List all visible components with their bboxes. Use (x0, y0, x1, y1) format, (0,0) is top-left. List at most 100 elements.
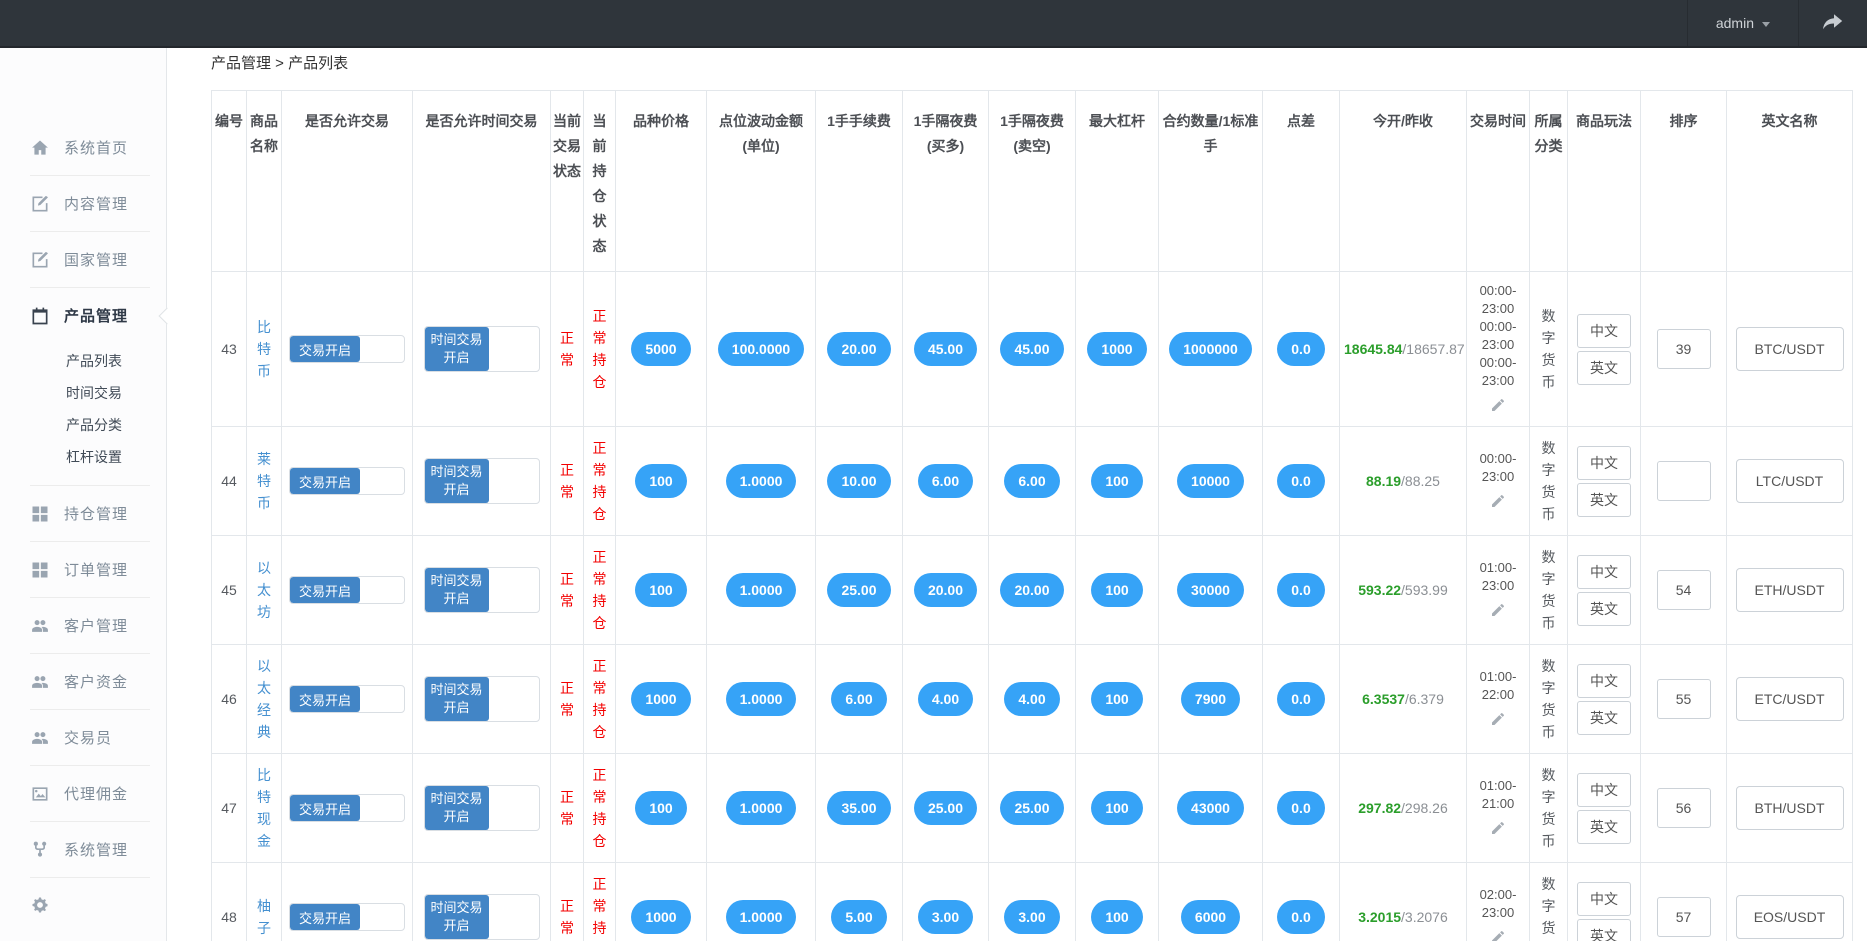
time-trade-toggle[interactable]: 时间交易开启 (424, 894, 540, 940)
leverage-pill[interactable]: 100 (1091, 900, 1142, 934)
leverage-pill[interactable]: 100 (1091, 682, 1142, 716)
trade-toggle[interactable]: 交易开启 (289, 576, 405, 604)
contract-pill[interactable]: 43000 (1177, 791, 1244, 825)
product-name-link[interactable]: 比特币 (256, 316, 272, 382)
sidebar-item[interactable]: 客户资金 (0, 654, 166, 709)
sidebar-item[interactable]: 系统首页 (0, 120, 166, 175)
price-pill[interactable]: 5000 (631, 332, 690, 366)
edit-time-icon[interactable] (1490, 602, 1506, 621)
sidebar-subitem[interactable]: 杠杆设置 (0, 441, 166, 473)
sidebar-item[interactable]: 产品管理 (0, 288, 166, 343)
spread-pill[interactable]: 0.0 (1277, 682, 1324, 716)
play-en-button[interactable]: 英文 (1577, 483, 1631, 517)
overnight-sell-pill[interactable]: 20.00 (1000, 573, 1063, 607)
time-trade-toggle[interactable]: 时间交易开启 (424, 458, 540, 504)
trade-on-button[interactable]: 交易开启 (290, 468, 360, 494)
overnight-sell-pill[interactable]: 4.00 (1004, 682, 1059, 716)
trade-toggle[interactable]: 交易开启 (289, 903, 405, 931)
product-name-link[interactable]: 比特现金 (256, 764, 272, 852)
overnight-sell-pill[interactable]: 25.00 (1000, 791, 1063, 825)
overnight-buy-pill[interactable]: 4.00 (918, 682, 973, 716)
trade-toggle[interactable]: 交易开启 (289, 335, 405, 363)
sidebar-item[interactable]: 订单管理 (0, 542, 166, 597)
spread-pill[interactable]: 0.0 (1277, 464, 1324, 498)
tick-size-pill[interactable]: 1.0000 (726, 464, 797, 498)
contract-pill[interactable]: 6000 (1181, 900, 1240, 934)
user-menu[interactable]: admin (1687, 0, 1799, 46)
sort-input[interactable] (1657, 329, 1711, 369)
leverage-pill[interactable]: 1000 (1087, 332, 1146, 366)
edit-time-icon[interactable] (1490, 820, 1506, 839)
tick-size-pill[interactable]: 1.0000 (726, 791, 797, 825)
trade-on-button[interactable]: 交易开启 (290, 686, 360, 712)
time-trade-on-button[interactable]: 时间交易开启 (425, 677, 489, 721)
fee-pill[interactable]: 20.00 (827, 332, 890, 366)
sort-input[interactable] (1657, 679, 1711, 719)
sidebar-item[interactable]: 系统管理 (0, 822, 166, 877)
time-trade-toggle[interactable]: 时间交易开启 (424, 676, 540, 722)
spread-pill[interactable]: 0.0 (1277, 332, 1324, 366)
spread-pill[interactable]: 0.0 (1277, 573, 1324, 607)
sidebar-item[interactable]: 内容管理 (0, 176, 166, 231)
overnight-sell-pill[interactable]: 3.00 (1004, 900, 1059, 934)
overnight-buy-pill[interactable]: 20.00 (914, 573, 977, 607)
sort-input[interactable] (1657, 461, 1711, 501)
sidebar-item[interactable] (0, 878, 166, 932)
fee-pill[interactable]: 25.00 (827, 573, 890, 607)
sidebar-item[interactable]: 代理佣金 (0, 766, 166, 821)
time-trade-toggle[interactable]: 时间交易开启 (424, 326, 540, 372)
price-pill[interactable]: 100 (635, 791, 686, 825)
price-pill[interactable]: 100 (635, 573, 686, 607)
sidebar-subitem[interactable]: 时间交易 (0, 377, 166, 409)
product-name-link[interactable]: 柚子 (256, 895, 272, 939)
time-trade-toggle[interactable]: 时间交易开启 (424, 785, 540, 831)
leverage-pill[interactable]: 100 (1091, 791, 1142, 825)
play-en-button[interactable]: 英文 (1577, 351, 1631, 385)
time-trade-toggle[interactable]: 时间交易开启 (424, 567, 540, 613)
contract-pill[interactable]: 10000 (1177, 464, 1244, 498)
trade-on-button[interactable]: 交易开启 (290, 336, 360, 362)
product-name-link[interactable]: 以太坊 (256, 557, 272, 623)
play-en-button[interactable]: 英文 (1577, 701, 1631, 735)
edit-time-icon[interactable] (1490, 397, 1506, 416)
time-trade-on-button[interactable]: 时间交易开启 (425, 459, 489, 503)
time-trade-on-button[interactable]: 时间交易开启 (425, 895, 489, 939)
tick-size-pill[interactable]: 1.0000 (726, 682, 797, 716)
leverage-pill[interactable]: 100 (1091, 573, 1142, 607)
sort-input[interactable] (1657, 570, 1711, 610)
sort-input[interactable] (1657, 897, 1711, 937)
sidebar-item[interactable]: 国家管理 (0, 232, 166, 287)
trade-toggle[interactable]: 交易开启 (289, 685, 405, 713)
play-cn-button[interactable]: 中文 (1577, 773, 1631, 807)
trade-on-button[interactable]: 交易开启 (290, 577, 360, 603)
sort-input[interactable] (1657, 788, 1711, 828)
overnight-buy-pill[interactable]: 25.00 (914, 791, 977, 825)
fee-pill[interactable]: 6.00 (831, 682, 886, 716)
price-pill[interactable]: 1000 (631, 682, 690, 716)
trade-on-button[interactable]: 交易开启 (290, 795, 360, 821)
tick-size-pill[interactable]: 1.0000 (726, 900, 797, 934)
play-cn-button[interactable]: 中文 (1577, 664, 1631, 698)
overnight-sell-pill[interactable]: 6.00 (1004, 464, 1059, 498)
spread-pill[interactable]: 0.0 (1277, 900, 1324, 934)
tick-size-pill[interactable]: 1.0000 (726, 573, 797, 607)
sidebar-subitem[interactable]: 产品分类 (0, 409, 166, 441)
play-en-button[interactable]: 英文 (1577, 810, 1631, 844)
play-cn-button[interactable]: 中文 (1577, 314, 1631, 348)
fee-pill[interactable]: 5.00 (831, 900, 886, 934)
sidebar-item[interactable]: 交易员 (0, 710, 166, 765)
product-name-link[interactable]: 莱特币 (256, 448, 272, 514)
edit-time-icon[interactable] (1490, 929, 1506, 941)
edit-time-icon[interactable] (1490, 711, 1506, 730)
play-cn-button[interactable]: 中文 (1577, 882, 1631, 916)
trade-toggle[interactable]: 交易开启 (289, 467, 405, 495)
share-button[interactable] (1799, 0, 1867, 46)
price-pill[interactable]: 1000 (631, 900, 690, 934)
overnight-sell-pill[interactable]: 45.00 (1000, 332, 1063, 366)
play-en-button[interactable]: 英文 (1577, 919, 1631, 941)
sidebar-item[interactable]: 客户管理 (0, 598, 166, 653)
time-trade-on-button[interactable]: 时间交易开启 (425, 568, 489, 612)
leverage-pill[interactable]: 100 (1091, 464, 1142, 498)
spread-pill[interactable]: 0.0 (1277, 791, 1324, 825)
time-trade-on-button[interactable]: 时间交易开启 (425, 327, 489, 371)
